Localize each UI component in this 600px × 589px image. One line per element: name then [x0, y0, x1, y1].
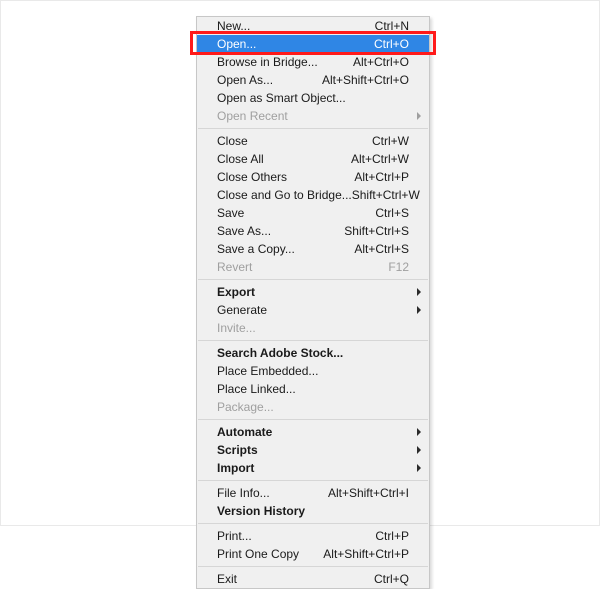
menu-item-label: Close and Go to Bridge... [217, 186, 352, 204]
menu-item-label: Revert [217, 258, 252, 276]
menu-item-shortcut: F12 [388, 258, 409, 276]
menu-item-label: Open As... [217, 71, 273, 89]
menu-item-label: Generate [217, 301, 267, 319]
menu-item-label: Place Embedded... [217, 362, 318, 380]
menu-item-browse-in-bridge[interactable]: Browse in Bridge... Alt+Ctrl+O [197, 53, 429, 71]
menu-item-label: Search Adobe Stock... [217, 344, 343, 362]
menu-separator [198, 128, 428, 129]
menu-item-label: Close Others [217, 168, 287, 186]
menu-item-label: Package... [217, 398, 274, 416]
menu-item-label: Print... [217, 527, 252, 545]
menu-item-label: Scripts [217, 441, 258, 459]
menu-item-shortcut: Ctrl+P [375, 527, 409, 545]
menu-item-label: Close All [217, 150, 264, 168]
menu-item-place-embedded[interactable]: Place Embedded... [197, 362, 429, 380]
menu-item-label: Place Linked... [217, 380, 296, 398]
screenshot-frame: New...Ctrl+NOpen...Ctrl+OBrowse in Bridg… [0, 0, 600, 526]
menu-item-file-info[interactable]: File Info... Alt+Shift+Ctrl+I [197, 484, 429, 502]
menu-item-shortcut: Ctrl+W [372, 132, 409, 150]
menu-item-label: Exit [217, 570, 237, 588]
menu-item-open-recent: Open Recent [197, 107, 429, 125]
menu-item-close-all[interactable]: Close All Alt+Ctrl+W [197, 150, 429, 168]
menu-item-shortcut: Alt+Ctrl+O [353, 53, 409, 71]
menu-item-save-as[interactable]: Save As... Shift+Ctrl+S [197, 222, 429, 240]
menu-item-label: Invite... [217, 319, 256, 337]
menu-item-close-and-go-to-bridge[interactable]: Close and Go to Bridge...Shift+Ctrl+W [197, 186, 429, 204]
menu-item-label: Browse in Bridge... [217, 53, 318, 71]
menu-separator [198, 419, 428, 420]
menu-item-save[interactable]: Save Ctrl+S [197, 204, 429, 222]
menu-separator [198, 340, 428, 341]
menu-item-package: Package... [197, 398, 429, 416]
menu-item-label: Save a Copy... [217, 240, 295, 258]
menu-item-label: Export [217, 283, 255, 301]
menu-item-label: Automate [217, 423, 272, 441]
menu-item-open-as[interactable]: Open As... Alt+Shift+Ctrl+O [197, 71, 429, 89]
menu-item-version-history[interactable]: Version History [197, 502, 429, 520]
menu-item-open-as-smart-object[interactable]: Open as Smart Object... [197, 89, 429, 107]
menu-separator [198, 279, 428, 280]
menu-item-export[interactable]: Export [197, 283, 429, 301]
menu-item-label: Open as Smart Object... [217, 89, 346, 107]
menu-item-close-others[interactable]: Close Others Alt+Ctrl+P [197, 168, 429, 186]
menu-item-shortcut: Ctrl+N [375, 17, 409, 35]
menu-item-label: Print One Copy [217, 545, 299, 563]
menu-item-print-one-copy[interactable]: Print One Copy Alt+Shift+Ctrl+P [197, 545, 429, 563]
file-menu[interactable]: New...Ctrl+NOpen...Ctrl+OBrowse in Bridg… [196, 16, 430, 589]
menu-item-generate[interactable]: Generate [197, 301, 429, 319]
menu-item-label: File Info... [217, 484, 270, 502]
menu-item-print[interactable]: Print... Ctrl+P [197, 527, 429, 545]
menu-item-shortcut: Ctrl+S [375, 204, 409, 222]
menu-item-open[interactable]: Open... Ctrl+O [197, 35, 429, 53]
menu-item-shortcut: Ctrl+Q [374, 570, 409, 588]
menu-item-save-a-copy[interactable]: Save a Copy... Alt+Ctrl+S [197, 240, 429, 258]
menu-item-label: Save [217, 204, 244, 222]
menu-item-invite: Invite... [197, 319, 429, 337]
menu-item-shortcut: Shift+Ctrl+W [352, 186, 420, 204]
menu-separator [198, 523, 428, 524]
menu-item-label: New... [217, 17, 250, 35]
menu-item-import[interactable]: Import [197, 459, 429, 477]
menu-item-exit[interactable]: Exit Ctrl+Q [197, 570, 429, 588]
menu-item-new[interactable]: New... Ctrl+N [197, 17, 429, 35]
menu-item-shortcut: Alt+Ctrl+S [354, 240, 409, 258]
menu-item-search-adobe-stock[interactable]: Search Adobe Stock... [197, 344, 429, 362]
menu-item-scripts[interactable]: Scripts [197, 441, 429, 459]
menu-item-shortcut: Alt+Ctrl+P [354, 168, 409, 186]
menu-item-label: Save As... [217, 222, 271, 240]
menu-item-shortcut: Alt+Shift+Ctrl+O [322, 71, 409, 89]
menu-item-label: Open... [217, 35, 256, 53]
menu-item-shortcut: Alt+Ctrl+W [351, 150, 409, 168]
menu-item-shortcut: Alt+Shift+Ctrl+P [323, 545, 409, 563]
menu-item-label: Open Recent [217, 107, 288, 125]
menu-item-label: Import [217, 459, 254, 477]
menu-separator [198, 566, 428, 567]
menu-item-automate[interactable]: Automate [197, 423, 429, 441]
menu-item-place-linked[interactable]: Place Linked... [197, 380, 429, 398]
menu-item-label: Version History [217, 502, 305, 520]
menu-separator [198, 480, 428, 481]
menu-item-shortcut: Shift+Ctrl+S [344, 222, 409, 240]
menu-item-close[interactable]: Close Ctrl+W [197, 132, 429, 150]
menu-item-label: Close [217, 132, 248, 150]
menu-item-revert: Revert F12 [197, 258, 429, 276]
menu-item-shortcut: Alt+Shift+Ctrl+I [328, 484, 409, 502]
menu-item-shortcut: Ctrl+O [374, 35, 409, 53]
